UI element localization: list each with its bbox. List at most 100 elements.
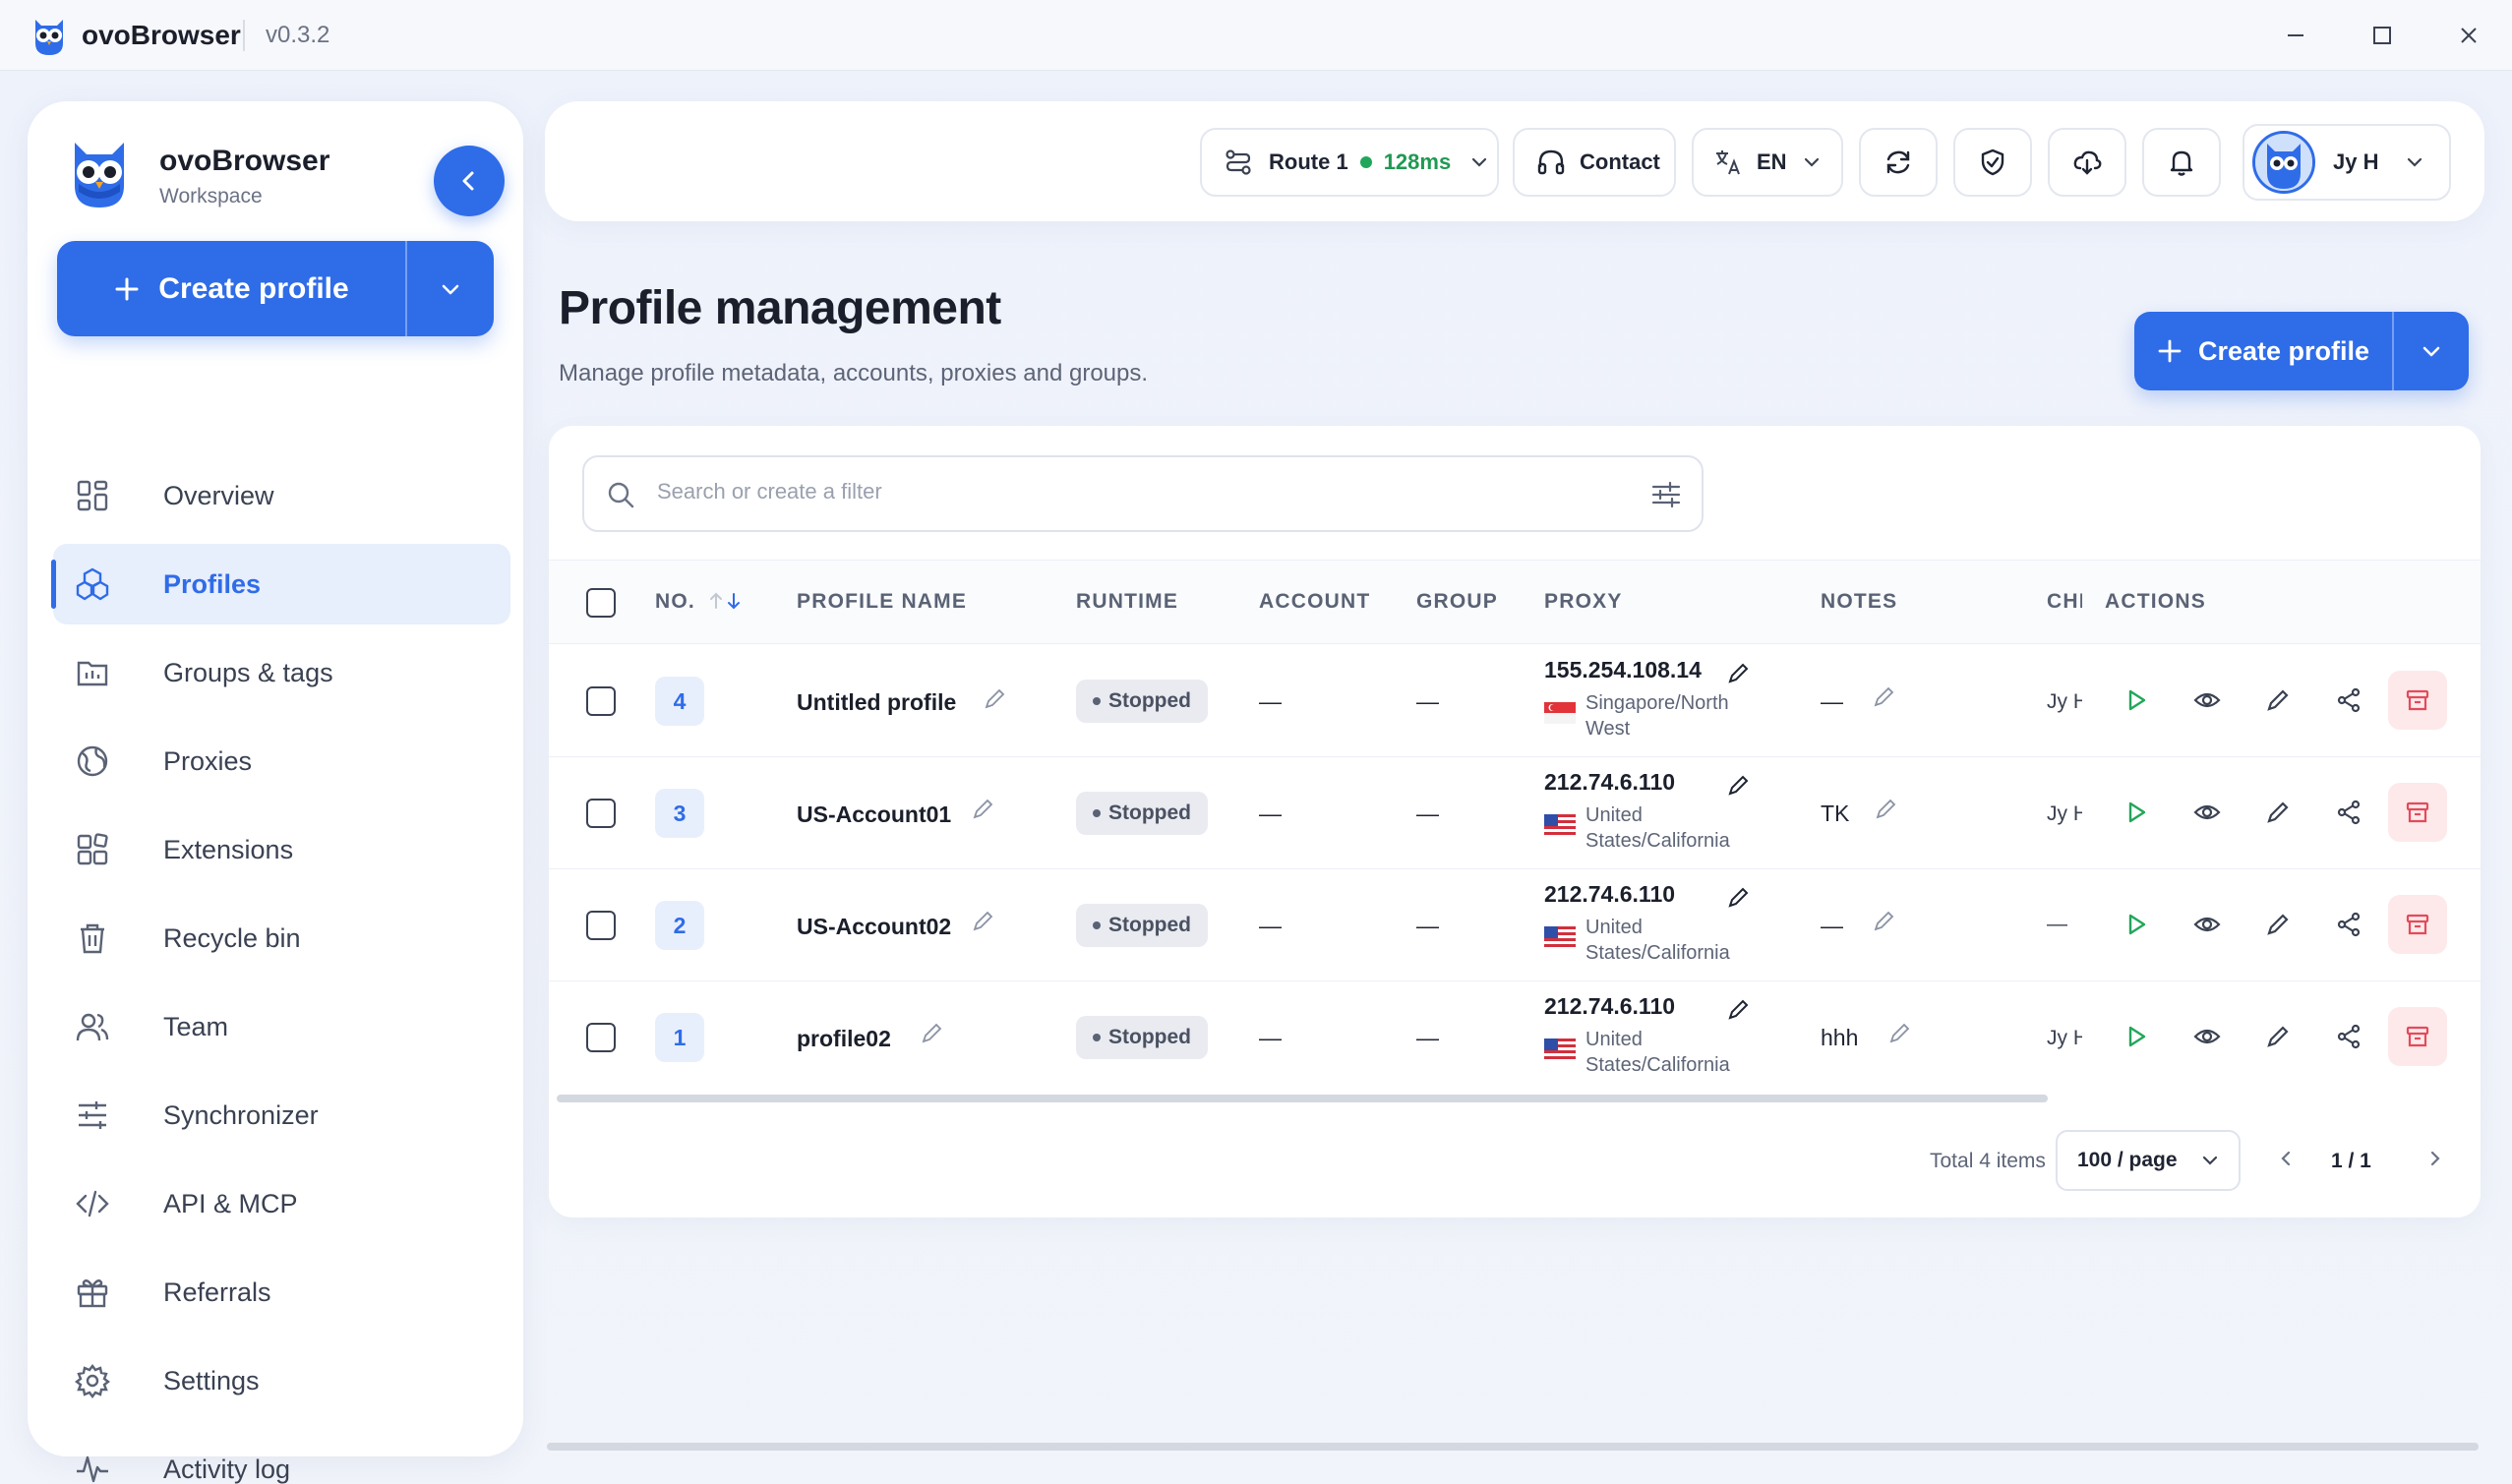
status-label: Stopped	[1108, 801, 1191, 824]
create-profile-label: Create profile	[2197, 335, 2370, 366]
edit-proxy-icon[interactable]	[1725, 885, 1751, 911]
edit-notes-icon[interactable]	[1886, 1021, 1912, 1046]
page-horizontal-scrollbar[interactable]	[547, 1443, 2479, 1451]
delete-profile-button[interactable]	[2388, 1007, 2447, 1066]
select-all-checkbox[interactable]	[586, 588, 616, 618]
proxy-location: Singapore/North West	[1585, 690, 1743, 742]
chevron-left-icon	[2275, 1148, 2297, 1169]
play-icon	[2124, 801, 2148, 824]
view-profile-button[interactable]	[2189, 907, 2225, 942]
view-profile-button[interactable]	[2189, 795, 2225, 830]
edit-notes-icon[interactable]	[1873, 797, 1898, 822]
view-profile-button[interactable]	[2189, 1019, 2225, 1054]
sidebar-item-overview[interactable]: Overview	[53, 455, 510, 536]
start-profile-button[interactable]	[2119, 1019, 2154, 1054]
contact-button[interactable]: Contact	[1513, 128, 1676, 197]
sidebar-item-referrals[interactable]: Referrals	[53, 1252, 510, 1333]
edit-profile-button[interactable]	[2260, 907, 2296, 942]
page-title: Profile management	[559, 282, 1001, 334]
user-menu[interactable]: Jy H	[2243, 124, 2451, 201]
edit-proxy-icon[interactable]	[1725, 997, 1751, 1023]
share-profile-button[interactable]	[2331, 795, 2366, 830]
proxy-ip: 212.74.6.110	[1544, 881, 1676, 907]
filter-settings-icon[interactable]	[1650, 479, 1682, 510]
proxy-location-line: States/California	[1585, 942, 1730, 964]
owl-logo-icon	[30, 14, 69, 57]
sidebar-item-synchronizer[interactable]: Synchronizer	[53, 1075, 510, 1156]
status-dot-icon	[1093, 697, 1101, 705]
sidebar-item-proxies[interactable]: Proxies	[53, 721, 510, 801]
sidebar-item-team[interactable]: Team	[53, 986, 510, 1067]
cloud-sync-button[interactable]	[2048, 128, 2126, 197]
edit-proxy-icon[interactable]	[1725, 773, 1751, 799]
notifications-button[interactable]	[2142, 128, 2221, 197]
route-icon	[1224, 148, 1253, 177]
contact-label: Contact	[1580, 149, 1660, 174]
creator-value: Jy H	[2047, 802, 2082, 825]
sidebar-item-label: Extensions	[163, 834, 294, 864]
edit-profile-button[interactable]	[2260, 1019, 2296, 1054]
search-input[interactable]	[657, 479, 1542, 505]
delete-profile-button[interactable]	[2388, 671, 2447, 730]
notes-value: TK	[1821, 801, 1850, 826]
refresh-button[interactable]	[1859, 128, 1938, 197]
row-checkbox[interactable]	[586, 1023, 616, 1052]
row-checkbox[interactable]	[586, 799, 616, 828]
edit-name-icon[interactable]	[919, 1021, 944, 1046]
plus-icon	[113, 275, 141, 303]
edit-name-icon[interactable]	[970, 909, 995, 934]
globe-icon	[75, 743, 110, 779]
create-profile-dropdown[interactable]	[405, 241, 494, 336]
chevron-right-icon	[2424, 1148, 2446, 1169]
edit-name-icon[interactable]	[982, 686, 1007, 712]
start-profile-button[interactable]	[2119, 795, 2154, 830]
sidebar-item-label: Synchronizer	[163, 1099, 319, 1130]
share-profile-button[interactable]	[2331, 1019, 2366, 1054]
sidebar-item-groups-tags[interactable]: Groups & tags	[53, 632, 510, 713]
share-profile-button[interactable]	[2331, 907, 2366, 942]
edit-proxy-icon[interactable]	[1725, 661, 1751, 686]
collapse-sidebar-button[interactable]	[434, 146, 505, 216]
close-button[interactable]	[2449, 16, 2488, 55]
share-profile-button[interactable]	[2331, 683, 2366, 718]
language-selector[interactable]: EN	[1692, 128, 1843, 197]
sidebar-item-profiles[interactable]: Profiles	[51, 544, 510, 624]
share-icon	[2336, 1024, 2362, 1049]
row-checkbox[interactable]	[586, 911, 616, 940]
create-profile-button[interactable]: Create profile	[57, 241, 405, 336]
sidebar: ovoBrowser Workspace Create profile Over…	[28, 101, 523, 1484]
sidebar-item-api-mcp[interactable]: API & MCP	[53, 1163, 510, 1244]
next-page-button[interactable]	[2418, 1141, 2453, 1176]
plus-icon	[2157, 338, 2183, 364]
minimize-button[interactable]	[2276, 16, 2315, 55]
edit-notes-icon[interactable]	[1871, 684, 1896, 710]
create-profile-button[interactable]: Create profile	[2134, 312, 2392, 390]
sidebar-item-extensions[interactable]: Extensions	[53, 809, 510, 890]
create-profile-dropdown[interactable]	[2392, 312, 2469, 390]
start-profile-button[interactable]	[2119, 683, 2154, 718]
profile-name: US-Account01	[797, 801, 952, 827]
view-profile-button[interactable]	[2189, 683, 2225, 718]
delete-profile-button[interactable]	[2388, 783, 2447, 842]
start-profile-button[interactable]	[2119, 907, 2154, 942]
delete-profile-button[interactable]	[2388, 895, 2447, 954]
edit-notes-icon[interactable]	[1871, 909, 1896, 934]
page-size-select[interactable]: 100 / page	[2056, 1130, 2241, 1191]
sidebar-item-recycle-bin[interactable]: Recycle bin	[53, 898, 510, 979]
edit-name-icon[interactable]	[970, 797, 995, 822]
edit-profile-button[interactable]	[2260, 683, 2296, 718]
table-horizontal-scrollbar[interactable]	[557, 1095, 2048, 1102]
edit-profile-button[interactable]	[2260, 795, 2296, 830]
prev-page-button[interactable]	[2268, 1141, 2303, 1176]
close-icon	[2458, 25, 2480, 46]
row-checkbox[interactable]	[586, 686, 616, 716]
sort-icon[interactable]	[708, 590, 744, 612]
sidebar-item-settings[interactable]: Settings	[53, 1340, 510, 1421]
security-button[interactable]	[1953, 128, 2032, 197]
sidebar-item-label: Referrals	[163, 1276, 271, 1307]
sidebar-item-activity-log[interactable]: Activity log	[53, 1429, 510, 1484]
column-no[interactable]: NO.	[655, 590, 695, 614]
sidebar-item-label: Groups & tags	[163, 657, 333, 687]
route-selector[interactable]: Route 1 128ms	[1200, 128, 1499, 197]
maximize-button[interactable]	[2362, 16, 2402, 55]
